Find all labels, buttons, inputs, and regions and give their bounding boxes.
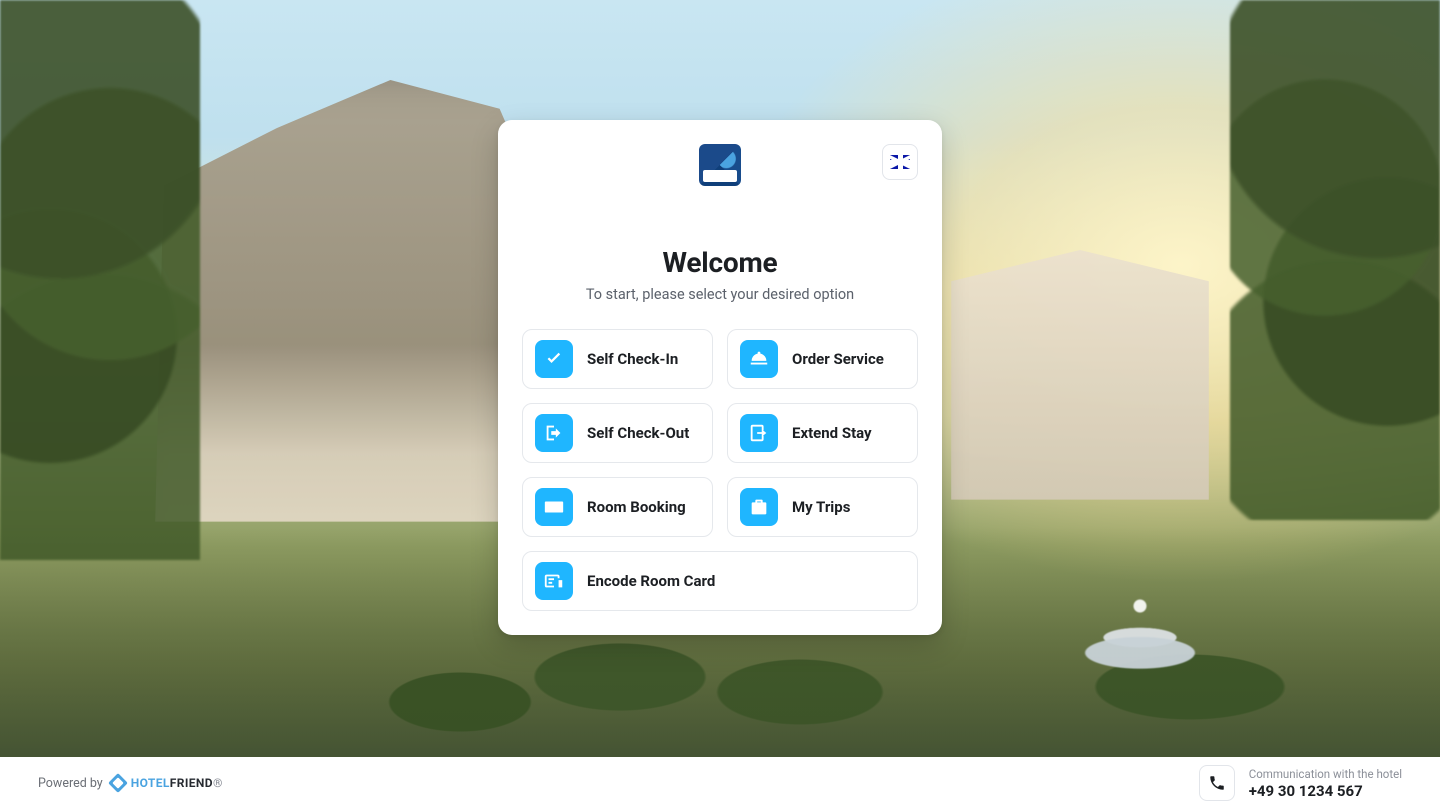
- option-room-booking[interactable]: Room Booking: [522, 477, 713, 537]
- contact-label: Communication with the hotel: [1249, 767, 1402, 781]
- option-label: Room Booking: [587, 498, 686, 516]
- phone-icon: [1208, 774, 1226, 792]
- option-extend-stay[interactable]: Extend Stay: [727, 403, 918, 463]
- option-self-check-out[interactable]: Self Check-Out: [522, 403, 713, 463]
- options-grid: Self Check-In Order Service Self Check-O…: [522, 329, 918, 611]
- suitcase-icon: [740, 488, 778, 526]
- option-label: My Trips: [792, 498, 850, 516]
- footer-bar: Powered by HOTELFRIEND® Communication wi…: [0, 757, 1440, 808]
- extend-icon: [740, 414, 778, 452]
- exit-icon: [535, 414, 573, 452]
- contact-phone[interactable]: +49 30 1234 567: [1249, 782, 1402, 800]
- option-encode-room-card[interactable]: Encode Room Card: [522, 551, 918, 611]
- option-label: Self Check-In: [587, 350, 678, 368]
- phone-button[interactable]: [1199, 765, 1235, 801]
- option-self-check-in[interactable]: Self Check-In: [522, 329, 713, 389]
- card-icon: [535, 562, 573, 600]
- uk-flag-icon: [890, 155, 910, 169]
- option-label: Encode Room Card: [587, 572, 715, 590]
- bell-icon: [740, 340, 778, 378]
- welcome-title: Welcome: [522, 246, 918, 279]
- decoration-fountain: [1030, 588, 1250, 678]
- option-label: Self Check-Out: [587, 424, 689, 442]
- welcome-subtitle: To start, please select your desired opt…: [522, 286, 918, 303]
- decoration-foliage-left: [0, 0, 200, 560]
- language-selector[interactable]: [882, 144, 918, 180]
- option-label: Extend Stay: [792, 424, 872, 442]
- option-order-service[interactable]: Order Service: [727, 329, 918, 389]
- decoration-foliage-right: [1230, 0, 1440, 520]
- hotelfriend-cube-icon: [108, 773, 128, 793]
- powered-by: Powered by HOTELFRIEND®: [38, 776, 223, 791]
- hotelfriend-logo[interactable]: HOTELFRIEND®: [111, 776, 223, 790]
- keyboard-icon: [535, 488, 573, 526]
- option-my-trips[interactable]: My Trips: [727, 477, 918, 537]
- contact-block: Communication with the hotel +49 30 1234…: [1199, 765, 1402, 801]
- check-icon: [535, 340, 573, 378]
- welcome-card: Welcome To start, please select your des…: [498, 120, 942, 635]
- powered-by-label: Powered by: [38, 776, 103, 791]
- hotelfriend-wordmark: HOTELFRIEND®: [131, 776, 223, 790]
- option-label: Order Service: [792, 350, 884, 368]
- hotel-logo: [699, 144, 741, 186]
